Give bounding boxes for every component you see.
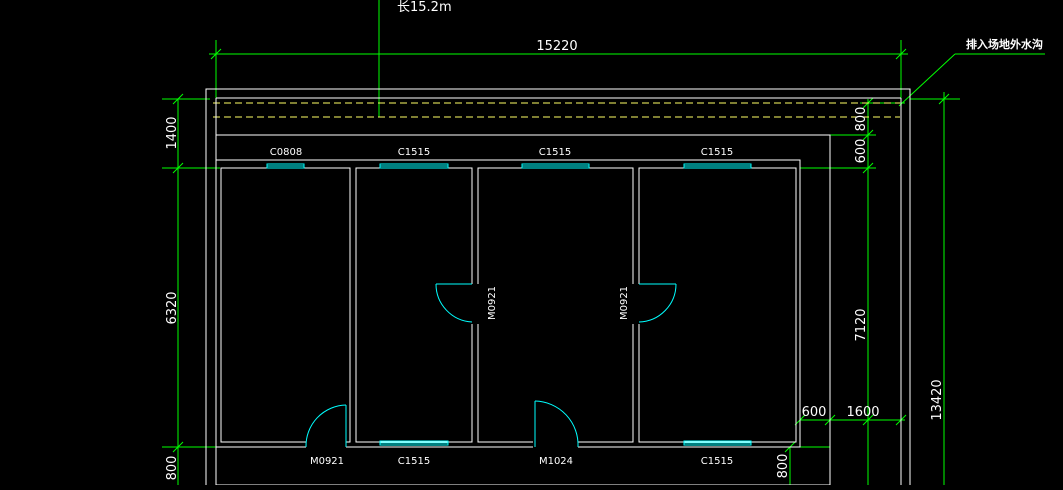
dim-right-7120: 7120 — [854, 308, 869, 341]
windows-doors — [266, 163, 752, 448]
window-label-top-1: C0808 — [270, 147, 302, 158]
door-label-mid-right: M0921 — [619, 286, 630, 320]
dim-left-top: 1400 — [165, 116, 180, 149]
dim-corner-600: 600 — [802, 405, 827, 420]
window-top-2 — [379, 163, 449, 169]
dim-left-bottom: 800 — [165, 456, 180, 481]
door-label-left-room: M0921 — [310, 456, 344, 467]
door-label-center: M1024 — [539, 456, 573, 467]
dim-right-bottom-800: 800 — [776, 454, 791, 479]
window-top-1 — [266, 163, 305, 169]
dim-right-total: 13420 — [930, 379, 945, 420]
window-label-bottom-2: C1515 — [701, 456, 733, 467]
window-top-3 — [521, 163, 590, 169]
cad-drawing-canvas: 长15.2m 排入场地外水沟 15220 1400 6320 800 800 6… — [0, 0, 1063, 486]
window-label-top-3: C1515 — [539, 147, 571, 158]
dimension-lines — [162, 0, 1045, 485]
dim-right-600: 600 — [854, 139, 869, 164]
dim-right-800: 800 — [854, 107, 869, 132]
window-label-top-2: C1515 — [398, 147, 430, 158]
door-label-mid-left: M0921 — [487, 286, 498, 320]
window-label-bottom-1: C1515 — [398, 456, 430, 467]
length-note: 长15.2m — [397, 0, 452, 15]
floor-plan-drawing: 长15.2m 排入场地外水沟 15220 1400 6320 800 800 6… — [162, 0, 1045, 486]
drain-note: 排入场地外水沟 — [966, 37, 1043, 51]
dim-corner-1600: 1600 — [846, 405, 879, 420]
window-top-4 — [683, 163, 752, 169]
dim-top-width: 15220 — [536, 39, 577, 54]
dim-left-mid: 6320 — [165, 291, 180, 324]
dashed-lines — [213, 102, 900, 118]
window-label-top-4: C1515 — [701, 147, 733, 158]
